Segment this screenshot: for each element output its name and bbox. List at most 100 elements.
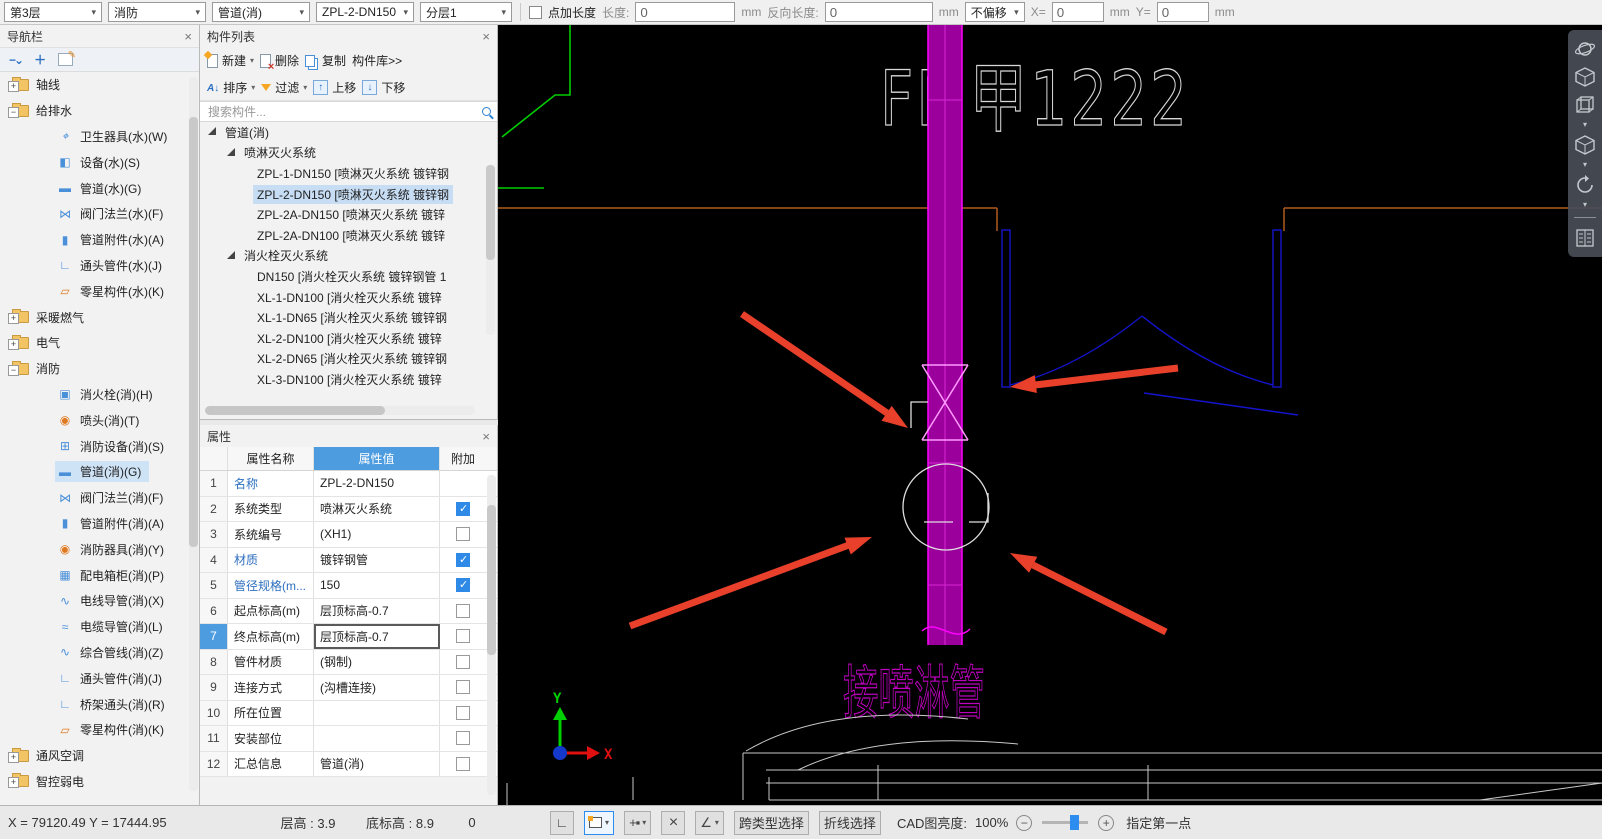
layer-dropdown[interactable]: 分层1: [420, 2, 512, 22]
sidebar-item-fire-equipment[interactable]: 消防设备(消)(S): [0, 433, 199, 459]
tree-item[interactable]: DN150 [消火栓灭火系统 镀锌钢管 1: [200, 266, 497, 287]
chevron-down-icon[interactable]: ▾: [1583, 162, 1587, 168]
angle-snap-button[interactable]: [695, 811, 724, 835]
sidebar-item-tray-elbow[interactable]: 桥架通头(消)(R): [0, 691, 199, 717]
move-down-button[interactable]: 下移: [362, 79, 405, 96]
property-row-system-number[interactable]: 3系统编号(XH1): [200, 522, 497, 548]
sidebar-item-cable-conduit[interactable]: 电缆导管(消)(L): [0, 614, 199, 640]
sidebar-item-heating-gas[interactable]: 采暖燃气: [0, 304, 199, 330]
component-scrollbar[interactable]: [486, 165, 495, 335]
chevron-down-icon[interactable]: ▾: [1583, 122, 1587, 128]
component-search-input[interactable]: [206, 104, 478, 120]
attach-checkbox[interactable]: [456, 527, 470, 541]
red-arrow-bottom-right[interactable]: [1010, 553, 1166, 632]
filter-button[interactable]: 过滤: [261, 79, 307, 96]
polyline-select-button[interactable]: 折线选择: [819, 811, 881, 835]
sidebar-item-axis[interactable]: 轴线: [0, 72, 199, 98]
view-wireframe-icon[interactable]: [1574, 94, 1596, 116]
sidebar-item-elbow-fire[interactable]: 通头管件(消)(J): [0, 665, 199, 691]
property-row-fitting-material[interactable]: 8管件材质(钢制): [200, 650, 497, 676]
tree-node-sprinkler-system[interactable]: 喷淋灭火系统: [200, 143, 497, 164]
expander-icon[interactable]: [227, 251, 235, 259]
property-row-install-position[interactable]: 11安装部位: [200, 726, 497, 752]
edit-note-icon[interactable]: [58, 53, 73, 66]
folder-plus-icon[interactable]: [12, 775, 29, 787]
entity-table-icon[interactable]: [1574, 227, 1596, 249]
property-row-connection[interactable]: 9连接方式(沟槽连接): [200, 675, 497, 701]
attach-checkbox-checked[interactable]: [456, 502, 470, 516]
tree-item[interactable]: XL-1-DN65 [消火栓灭火系统 镀锌钢: [200, 307, 497, 328]
sidebar-item-plumbing[interactable]: 给排水: [0, 98, 199, 124]
attach-checkbox-checked[interactable]: [456, 553, 470, 567]
specialty-dropdown[interactable]: 消防: [108, 2, 206, 22]
close-icon[interactable]: [482, 429, 490, 444]
attach-checkbox[interactable]: [456, 731, 470, 745]
folder-plus-icon[interactable]: [12, 337, 29, 349]
sidebar-item-pipe-fire[interactable]: 管道(消)(G): [0, 459, 199, 485]
sidebar-item-electrical[interactable]: 电气: [0, 330, 199, 356]
sidebar-item-pipe-fitting-water[interactable]: 管道附件(水)(A): [0, 227, 199, 253]
sidebar-item-distribution-box[interactable]: 配电箱柜(消)(P): [0, 562, 199, 588]
ortho-mode-button[interactable]: [550, 811, 574, 835]
sidebar-item-fire-protection[interactable]: 消防: [0, 356, 199, 382]
folder-plus-icon[interactable]: [12, 311, 29, 323]
component-dropdown[interactable]: ZPL-2-DN150: [316, 2, 414, 22]
sidebar-item-misc-water[interactable]: 零星构件(水)(K): [0, 278, 199, 304]
tree-item[interactable]: ZPL-2A-DN150 [喷淋灭火系统 镀锌: [200, 204, 497, 225]
copy-component-button[interactable]: 复制: [305, 52, 346, 69]
tree-item[interactable]: ZPL-2A-DN100 [喷淋灭火系统 镀锌: [200, 225, 497, 246]
nav-scrollbar[interactable]: [189, 77, 198, 791]
brightness-slider[interactable]: [1042, 821, 1088, 824]
sidebar-item-sanitary-fixture[interactable]: 卫生器具(水)(W): [0, 124, 199, 150]
floor-dropdown[interactable]: 第3层: [4, 2, 102, 22]
attach-checkbox[interactable]: [456, 706, 470, 720]
property-row-summary[interactable]: 12汇总信息管道(消): [200, 752, 497, 778]
sort-button[interactable]: 排序: [207, 79, 255, 96]
sidebar-item-elbow-water[interactable]: 通头管件(水)(J): [0, 253, 199, 279]
red-arrow-bottom-left[interactable]: [630, 537, 872, 626]
length-input[interactable]: [635, 2, 735, 22]
delete-component-button[interactable]: 删除: [260, 52, 299, 69]
component-library-button[interactable]: 构件库>>: [352, 52, 402, 69]
attach-checkbox[interactable]: [456, 680, 470, 694]
sidebar-item-hvac[interactable]: 通风空调: [0, 743, 199, 769]
property-row-material[interactable]: 4材质镀锌钢管: [200, 548, 497, 574]
new-component-button[interactable]: 新建: [207, 52, 254, 69]
tree-item[interactable]: XL-2-DN100 [消火栓灭火系统 镀锌: [200, 328, 497, 349]
property-row-name[interactable]: 1名称ZPL-2-DN150: [200, 471, 497, 497]
attach-checkbox[interactable]: [456, 757, 470, 771]
collapse-all-icon[interactable]: [9, 53, 22, 67]
folder-minus-icon[interactable]: [12, 105, 29, 117]
y-offset-input[interactable]: [1157, 2, 1209, 22]
sidebar-item-valve-fire[interactable]: 阀门法兰(消)(F): [0, 485, 199, 511]
brightness-increase-button[interactable]: +: [1098, 815, 1114, 831]
tree-item[interactable]: XL-3-DN100 [消火栓灭火系统 镀锌: [200, 369, 497, 390]
property-row-diameter[interactable]: 5管径规格(m...150: [200, 573, 497, 599]
tree-node-pipe-fire[interactable]: 管道(消): [200, 122, 497, 143]
point-add-length-checkbox[interactable]: [529, 6, 542, 19]
attach-checkbox[interactable]: [456, 604, 470, 618]
tree-item-selected[interactable]: ZPL-2-DN150 [喷淋灭火系统 镀锌钢: [200, 184, 497, 205]
expander-icon[interactable]: [208, 127, 216, 135]
sidebar-item-fire-appliance[interactable]: 消防器具(消)(Y): [0, 536, 199, 562]
tree-item[interactable]: XL-1-DN100 [消火栓灭火系统 镀锌: [200, 287, 497, 308]
folder-minus-icon[interactable]: [12, 363, 29, 375]
sidebar-item-equipment-water[interactable]: 设备(水)(S): [0, 149, 199, 175]
close-icon[interactable]: [184, 29, 192, 44]
property-row-end-elevation[interactable]: 7终点标高(m)层顶标高-0.7: [200, 624, 497, 650]
brightness-decrease-button[interactable]: −: [1016, 815, 1032, 831]
sidebar-item-combined-line[interactable]: 综合管线(消)(Z): [0, 640, 199, 666]
folder-plus-icon[interactable]: [12, 79, 29, 91]
attach-checkbox-checked[interactable]: [456, 578, 470, 592]
component-type-dropdown[interactable]: 管道(消): [212, 2, 310, 22]
x-offset-input[interactable]: [1052, 2, 1104, 22]
view-3d-icon[interactable]: [1574, 66, 1596, 88]
expand-all-icon[interactable]: [34, 51, 46, 68]
close-icon[interactable]: [482, 29, 490, 44]
attach-checkbox[interactable]: [456, 655, 470, 669]
move-up-button[interactable]: 上移: [313, 79, 356, 96]
properties-scrollbar[interactable]: [487, 475, 496, 795]
orbit-icon[interactable]: [1574, 38, 1596, 60]
sidebar-item-pipe-water[interactable]: 管道(水)(G): [0, 175, 199, 201]
rect-select-button[interactable]: [584, 811, 614, 835]
